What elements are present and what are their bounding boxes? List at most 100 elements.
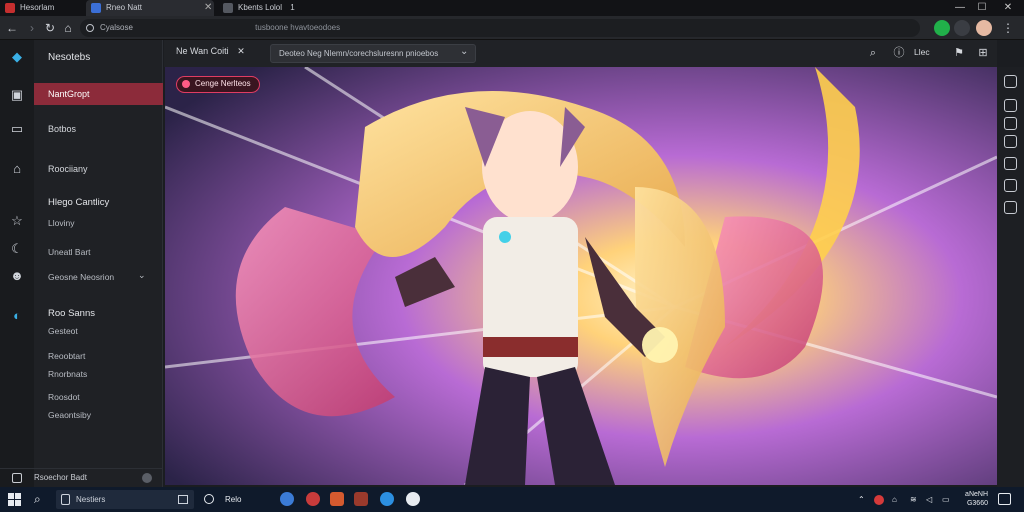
group-1-item[interactable]: Geosne Neosrion: [48, 272, 114, 282]
close-window-icon[interactable]: ✕: [996, 0, 1020, 16]
group-2-item[interactable]: Roosdot: [48, 392, 80, 402]
forward-icon[interactable]: ›: [24, 20, 40, 36]
page-tab-icon: [91, 3, 101, 13]
sidebar-item-label: Botbos: [48, 124, 77, 134]
tab-1[interactable]: Hesorlam: [0, 0, 66, 16]
taskbar-search-label: Nestiers: [76, 495, 106, 504]
brand-swirl-icon[interactable]: ◐: [9, 308, 25, 324]
home-icon[interactable]: ⌂: [60, 20, 76, 36]
address-bar: ← › ↻ ⌂ Cyalsose tusboone hvavtoeodoes ⋮: [0, 16, 1024, 40]
star-icon[interactable]: ☆: [9, 213, 25, 229]
group-title-1: Hlego Cantlicy: [48, 197, 110, 208]
download-icon[interactable]: [1004, 117, 1017, 130]
sidebar-item-botbos[interactable]: Botbos: [34, 118, 163, 140]
tab-1-label: Hesorlam: [20, 3, 55, 12]
tab-3-label: Kbents Lolol: [238, 3, 283, 12]
sidebar-item-nantgropt[interactable]: NantGropt: [34, 83, 163, 105]
photo-icon[interactable]: ▣: [9, 87, 25, 103]
flag-icon[interactable]: ⚑: [952, 46, 966, 60]
sidebar: ◆ ▣ ▭ ⌂ ☆ ☾ ☻ ◐ Nesotebs NantGropt Botbo…: [0, 40, 163, 487]
group-1-item[interactable]: Uneatl Bart: [48, 247, 91, 257]
toolbar-label[interactable]: Llec: [914, 47, 930, 57]
sidebar-item-label: NantGropt: [48, 89, 90, 99]
tag-icon[interactable]: [1004, 201, 1017, 214]
info-icon[interactable]: [142, 473, 152, 483]
status-chip[interactable]: Cenge Nerlteos: [176, 76, 260, 93]
wifi-icon[interactable]: ≋: [910, 487, 917, 512]
search-icon[interactable]: ⌕: [34, 492, 41, 507]
back-icon[interactable]: ←: [4, 20, 20, 36]
info-icon[interactable]: ⓘ: [892, 46, 906, 60]
sidebar-footer-label: Rsoechor Badt: [34, 473, 87, 482]
tab-3[interactable]: Kbents Lolol 1: [218, 0, 338, 16]
site-info-icon: [86, 24, 94, 32]
tab-2-label: Rneo Natt: [106, 3, 143, 12]
tools-icon[interactable]: [1004, 135, 1017, 148]
menu-icon[interactable]: ⋮: [1000, 20, 1016, 36]
group-1-item[interactable]: Lloviny: [48, 218, 74, 228]
taskbar: ⌕ Nestiers Relo ⌃ ⌂ ≋ ◁ ▭ aNeNH G3660: [0, 487, 1024, 512]
sidebar-item-label: Roociiany: [48, 164, 88, 174]
moon-icon[interactable]: ☾: [9, 241, 25, 257]
window-icon: [178, 495, 188, 504]
shield-icon[interactable]: [954, 20, 970, 36]
close-icon[interactable]: ✕: [237, 46, 245, 56]
tab-3-count: 1: [290, 3, 295, 12]
url-domain: Cyalsose: [100, 23, 133, 32]
extension-icon[interactable]: [934, 20, 950, 36]
edge-app-icon[interactable]: [380, 492, 394, 506]
tab-strip: Hesorlam Rneo Natt ✕ Kbents Lolol 1 — ☐ …: [0, 0, 1024, 16]
avatar[interactable]: [976, 20, 992, 36]
breadcrumb-label: Ne Wan Coiti: [176, 46, 229, 56]
group-2-item[interactable]: Reoobtart: [48, 351, 85, 361]
settings-app-icon[interactable]: [406, 492, 420, 506]
volume-icon[interactable]: ◁: [926, 487, 932, 512]
task-view-icon[interactable]: [204, 494, 214, 504]
icon-rail: ◆ ▣ ▭ ⌂ ☆ ☾ ☻ ◐: [0, 40, 34, 487]
minimize-icon[interactable]: —: [948, 0, 972, 16]
sidebar-footer[interactable]: Rsoechor Badt: [0, 468, 163, 487]
browser-app-icon[interactable]: [280, 492, 294, 506]
group-2-item[interactable]: Geaontsiby: [48, 410, 91, 420]
filter-value: Deoteo Neg Nlemn/corechsluresnn pnioebos: [279, 49, 439, 58]
notification-badge-icon[interactable]: [874, 495, 884, 505]
group-2-item[interactable]: Gesteot: [48, 326, 78, 336]
sidebar-item-roociiany[interactable]: Roociiany: [34, 158, 163, 180]
photos-app-icon[interactable]: [354, 492, 368, 506]
home-nav-icon[interactable]: ⌂: [9, 161, 25, 177]
group-2-item[interactable]: Rnorbnats: [48, 369, 87, 379]
chevron-down-icon[interactable]: ⌄: [460, 46, 468, 57]
grid-icon[interactable]: ⊞: [976, 46, 990, 60]
battery-icon[interactable]: ▭: [942, 487, 950, 512]
bookmark-icon[interactable]: [1004, 75, 1017, 88]
reload-icon[interactable]: ↻: [42, 20, 58, 36]
settings-icon[interactable]: [1004, 179, 1017, 192]
url-path: tusboone hvavtoeodoes: [255, 23, 341, 32]
artwork-illustration: [165, 67, 997, 485]
media-app-icon[interactable]: [306, 492, 320, 506]
browser-tab-icon: [5, 3, 15, 13]
url-input[interactable]: Cyalsose tusboone hvavtoeodoes: [80, 19, 920, 37]
content-toolbar: Ne Wan Coiti ✕ Deoteo Neg Nlemn/corechsl…: [164, 40, 997, 67]
files-app-icon[interactable]: [330, 492, 344, 506]
action-center-icon[interactable]: [998, 493, 1011, 505]
logo-cube-icon: ◆: [12, 49, 22, 64]
monitor-icon[interactable]: ▭: [9, 121, 25, 137]
maximize-icon[interactable]: ☐: [970, 0, 994, 16]
taskbar-search[interactable]: Nestiers: [56, 490, 194, 509]
status-chip-label: Cenge Nerlteos: [195, 79, 251, 88]
taskbar-clock[interactable]: aNeNH G3660: [958, 490, 988, 508]
search-icon[interactable]: ⌕: [866, 46, 880, 60]
sidebar-brand: Nesotebs: [48, 52, 91, 63]
people-icon[interactable]: ☻: [9, 268, 25, 284]
close-tab-icon[interactable]: ✕: [204, 0, 212, 16]
taskbar-app-label[interactable]: Relo: [225, 487, 241, 512]
chevron-up-icon[interactable]: ⌃: [858, 487, 865, 512]
tab-2[interactable]: Rneo Natt: [86, 0, 214, 16]
history-icon[interactable]: [1004, 99, 1017, 112]
share-icon[interactable]: [1004, 157, 1017, 170]
chevron-down-icon[interactable]: ⌄: [138, 270, 146, 281]
windows-start-icon[interactable]: [8, 493, 21, 506]
filter-select[interactable]: Deoteo Neg Nlemn/corechsluresnn pnioebos: [270, 44, 476, 63]
network-icon[interactable]: ⌂: [892, 487, 897, 512]
